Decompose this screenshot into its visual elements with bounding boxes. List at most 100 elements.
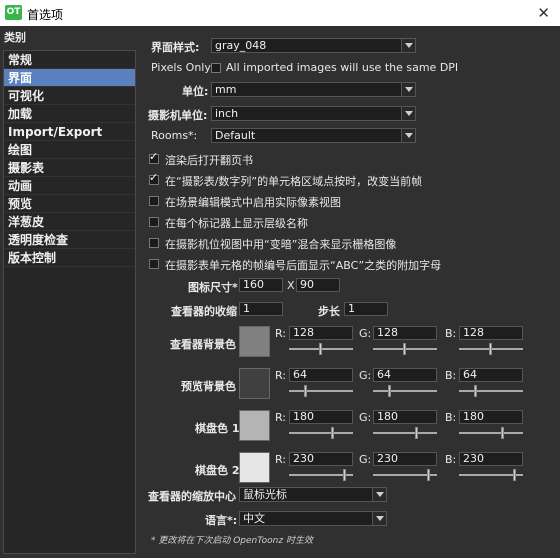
r-value-field[interactable]: 128 bbox=[289, 326, 353, 340]
r-slider[interactable] bbox=[289, 427, 353, 439]
slider-thumb[interactable] bbox=[501, 427, 504, 439]
sidebar-item-visualization[interactable]: 可视化 bbox=[4, 87, 135, 105]
units-select[interactable]: mm bbox=[211, 82, 416, 97]
g-slider[interactable] bbox=[373, 469, 437, 481]
g-value-field[interactable]: 230 bbox=[373, 452, 437, 466]
slider-thumb[interactable] bbox=[388, 385, 391, 397]
r-value-field[interactable]: 180 bbox=[289, 410, 353, 424]
r-slider[interactable] bbox=[289, 343, 353, 355]
g-channel-label: G: bbox=[359, 453, 372, 466]
slider-track bbox=[459, 390, 523, 392]
actual-pixel-view-checkbox[interactable] bbox=[149, 196, 159, 206]
restart-footnote: * 更改将在下次启动 OpenToonz 时生效 bbox=[151, 536, 313, 546]
show-level-name-checkbox[interactable] bbox=[149, 217, 159, 227]
r-value-field[interactable]: 64 bbox=[289, 368, 353, 382]
g-value-field[interactable]: 128 bbox=[373, 326, 437, 340]
close-button[interactable]: ✕ bbox=[537, 4, 550, 22]
sidebar-item-import-export[interactable]: Import/Export bbox=[4, 123, 135, 141]
icon-size-height-field[interactable]: 90 bbox=[296, 278, 340, 292]
slider-track bbox=[373, 390, 437, 392]
sidebar-item-version-control[interactable]: 版本控制 bbox=[4, 249, 135, 267]
change-current-frame-checkbox[interactable] bbox=[149, 171, 159, 185]
category-heading: 类别 bbox=[4, 31, 26, 44]
pixels-only-label: Pixels Only: bbox=[151, 61, 214, 74]
open-flipbook-checkbox[interactable] bbox=[149, 150, 159, 164]
sidebar-item-drawing[interactable]: 绘图 bbox=[4, 141, 135, 159]
b-value-field[interactable]: 180 bbox=[459, 410, 523, 424]
r-slider[interactable] bbox=[289, 469, 353, 481]
darken-blend-label: 在摄影机位视图中用“变暗”混合来显示栅格图像 bbox=[165, 238, 397, 251]
zoom-center-label: 查看器的缩放中心 bbox=[148, 490, 236, 503]
sidebar-item-general[interactable]: 常规 bbox=[4, 51, 135, 69]
g-slider[interactable] bbox=[373, 343, 437, 355]
viewer-shrink-field[interactable]: 1 bbox=[239, 302, 283, 316]
r-channel-label: R: bbox=[275, 411, 287, 424]
b-value-field[interactable]: 64 bbox=[459, 368, 523, 382]
r-channel-label: R: bbox=[275, 453, 287, 466]
chevron-down-icon bbox=[401, 129, 415, 142]
chevron-down-icon bbox=[372, 512, 386, 525]
b-value-field[interactable]: 128 bbox=[459, 326, 523, 340]
color-swatch[interactable] bbox=[239, 452, 270, 483]
interface-style-select[interactable]: gray_048 bbox=[211, 38, 416, 53]
b-slider[interactable] bbox=[459, 427, 523, 439]
b-channel-label: B: bbox=[445, 411, 457, 424]
color-swatch[interactable] bbox=[239, 410, 270, 441]
slider-thumb[interactable] bbox=[319, 343, 322, 355]
camera-units-select[interactable]: inch bbox=[211, 106, 416, 121]
interface-style-label: 界面样式: bbox=[151, 41, 200, 54]
units-label: 单位: bbox=[182, 85, 209, 98]
sidebar-item-animation[interactable]: 动画 bbox=[4, 177, 135, 195]
sidebar-item-xsheet[interactable]: 摄影表 bbox=[4, 159, 135, 177]
slider-thumb[interactable] bbox=[489, 343, 492, 355]
viewer-shrink-label: 查看器的收缩 bbox=[171, 305, 237, 318]
slider-thumb[interactable] bbox=[403, 343, 406, 355]
camera-units-value: inch bbox=[215, 107, 239, 120]
sidebar-item-preview[interactable]: 预览 bbox=[4, 195, 135, 213]
g-slider[interactable] bbox=[373, 385, 437, 397]
r-value-field[interactable]: 230 bbox=[289, 452, 353, 466]
sidebar-item-transparency-check[interactable]: 透明度检查 bbox=[4, 231, 135, 249]
rooms-select[interactable]: Default bbox=[211, 128, 416, 143]
open-flipbook-label: 渲染后打开翻页书 bbox=[165, 154, 253, 167]
sidebar-item-onion-skin[interactable]: 洋葱皮 bbox=[4, 213, 135, 231]
slider-thumb[interactable] bbox=[331, 427, 334, 439]
pixels-only-checkbox[interactable] bbox=[211, 63, 221, 73]
language-select[interactable]: 中文 bbox=[239, 511, 387, 526]
zoom-center-select[interactable]: 鼠标光标 bbox=[239, 487, 387, 502]
b-slider[interactable] bbox=[459, 469, 523, 481]
darken-blend-checkbox[interactable] bbox=[149, 238, 159, 248]
chevron-down-icon bbox=[401, 107, 415, 120]
color-swatch[interactable] bbox=[239, 326, 270, 357]
g-channel-label: G: bbox=[359, 411, 372, 424]
slider-thumb[interactable] bbox=[474, 385, 477, 397]
chevron-down-icon bbox=[401, 83, 415, 96]
b-value-field[interactable]: 230 bbox=[459, 452, 523, 466]
r-slider[interactable] bbox=[289, 385, 353, 397]
title-bar: OT 首选项 ✕ bbox=[0, 0, 560, 26]
slider-track bbox=[459, 432, 523, 434]
slider-thumb[interactable] bbox=[415, 427, 418, 439]
opentoonz-logo-icon: OT bbox=[5, 5, 22, 20]
g-value-field[interactable]: 64 bbox=[373, 368, 437, 382]
sidebar-item-interface[interactable]: 界面 bbox=[4, 69, 135, 87]
sidebar-item-loading[interactable]: 加载 bbox=[4, 105, 135, 123]
show-abc-suffix-checkbox[interactable] bbox=[149, 259, 159, 269]
window-title: 首选项 bbox=[27, 8, 64, 22]
color-swatch[interactable] bbox=[239, 368, 270, 399]
slider-thumb[interactable] bbox=[427, 469, 430, 481]
icon-size-x-label: X bbox=[287, 279, 295, 292]
slider-thumb[interactable] bbox=[513, 469, 516, 481]
step-field[interactable]: 1 bbox=[344, 302, 388, 316]
g-slider[interactable] bbox=[373, 427, 437, 439]
step-label: 步长 bbox=[318, 305, 340, 318]
icon-size-width-field[interactable]: 160 bbox=[239, 278, 283, 292]
g-value-field[interactable]: 180 bbox=[373, 410, 437, 424]
category-list[interactable]: 常规 界面 可视化 加载 Import/Export 绘图 摄影表 动画 预览 … bbox=[3, 50, 136, 554]
slider-track bbox=[289, 432, 353, 434]
b-slider[interactable] bbox=[459, 385, 523, 397]
slider-thumb[interactable] bbox=[304, 385, 307, 397]
slider-track bbox=[289, 390, 353, 392]
b-slider[interactable] bbox=[459, 343, 523, 355]
slider-thumb[interactable] bbox=[343, 469, 346, 481]
